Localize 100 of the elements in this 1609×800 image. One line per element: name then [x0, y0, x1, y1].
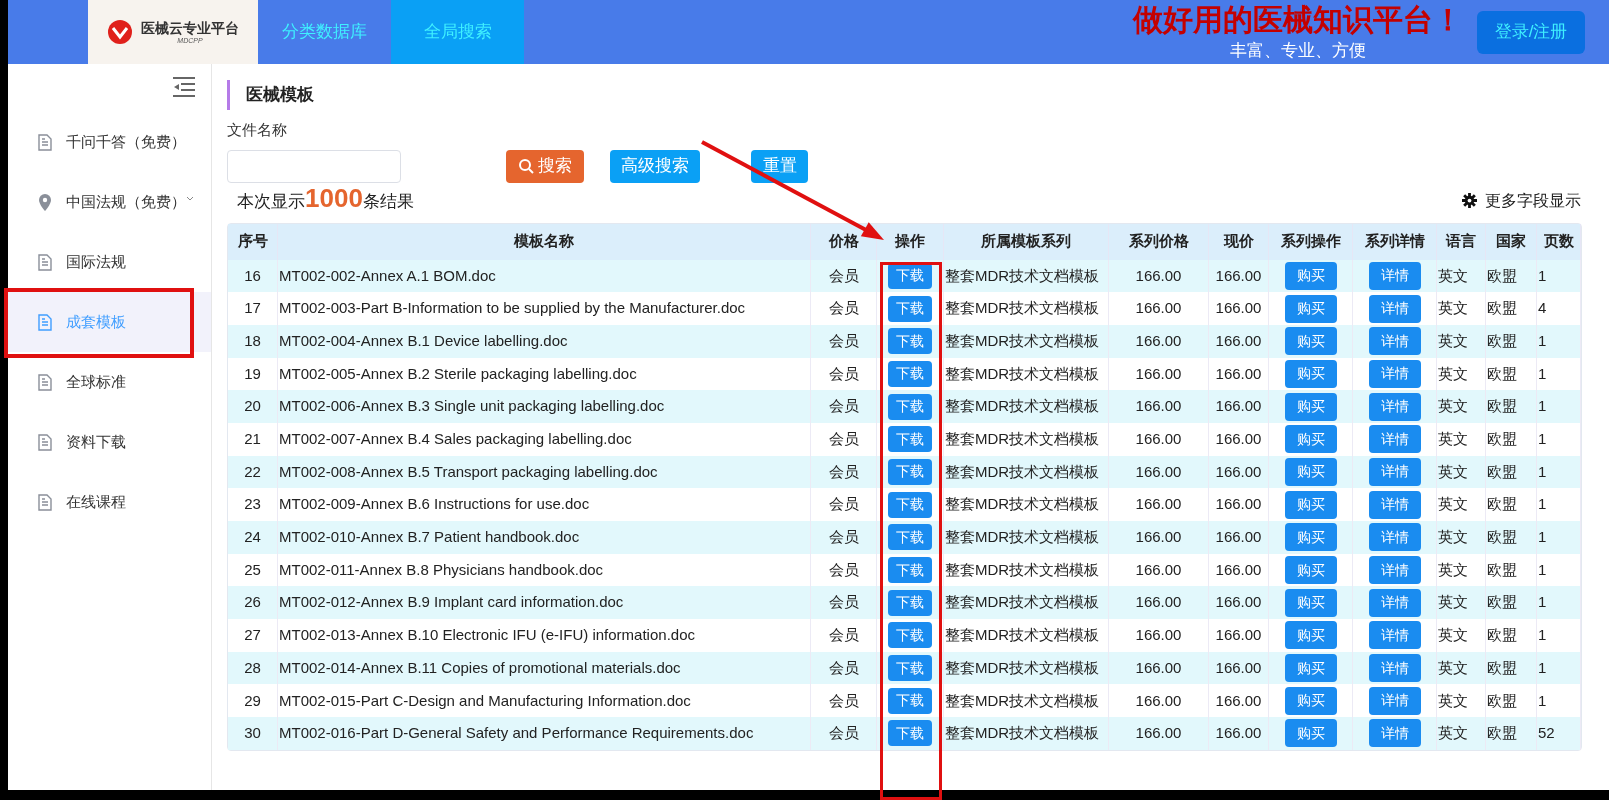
buy-button[interactable]: 购买	[1284, 359, 1337, 388]
details-button[interactable]: 详情	[1368, 294, 1421, 323]
table-cell-text: 整套MDR技术文档模板	[945, 461, 1100, 482]
table-cell-text: 166.00	[1215, 298, 1262, 319]
details-button[interactable]: 详情	[1368, 392, 1421, 421]
table-cell-text: 166.00	[1215, 723, 1262, 744]
download-button[interactable]: 下载	[888, 360, 932, 387]
table-cell-text: 欧盟	[1487, 690, 1517, 711]
buy-button[interactable]: 购买	[1284, 392, 1337, 421]
sidebar-item[interactable]: 国际法规	[8, 232, 211, 292]
buy-button[interactable]: 购买	[1284, 425, 1337, 454]
buy-button[interactable]: 购买	[1284, 327, 1337, 356]
table-cell-text: 整套MDR技术文档模板	[945, 429, 1100, 450]
page-title: 医械模板	[246, 84, 314, 107]
details-button[interactable]: 详情	[1368, 556, 1421, 585]
download-button[interactable]: 下载	[888, 720, 932, 747]
table-cell-text: 1	[1538, 625, 1547, 646]
download-button[interactable]: 下载	[888, 393, 932, 420]
download-button[interactable]: 下载	[888, 557, 932, 584]
download-button[interactable]: 下载	[888, 524, 932, 551]
buy-button[interactable]: 购买	[1284, 719, 1337, 748]
download-button[interactable]: 下载	[888, 458, 932, 485]
sidebar-item[interactable]: 资料下载	[8, 412, 211, 472]
table-cell-text: 166.00	[1135, 494, 1182, 515]
download-button[interactable]: 下载	[888, 328, 932, 355]
details-button[interactable]: 详情	[1368, 359, 1421, 388]
details-button[interactable]: 详情	[1368, 523, 1421, 552]
table-cell-text: 欧盟	[1487, 298, 1517, 319]
table-cell-text: 会员	[828, 265, 859, 286]
buy-button[interactable]: 购买	[1284, 490, 1337, 519]
table-cell-text: 英文	[1438, 657, 1468, 678]
buy-button[interactable]: 购买	[1284, 457, 1337, 486]
nav-tab[interactable]: 分类数据库	[258, 0, 391, 64]
table-cell-text: 166.00	[1215, 429, 1262, 450]
buy-button[interactable]: 购买	[1284, 621, 1337, 650]
buy-button[interactable]: 购买	[1284, 261, 1337, 290]
details-button[interactable]: 详情	[1368, 686, 1421, 715]
column-header: 价格	[828, 231, 859, 252]
table-cell-text: 整套MDR技术文档模板	[945, 363, 1100, 384]
download-button[interactable]: 下载	[888, 491, 932, 518]
buy-button[interactable]: 购买	[1284, 654, 1337, 683]
column-header: 系列操作	[1280, 231, 1341, 252]
reset-button[interactable]: 重置	[751, 149, 808, 183]
table-cell-text: 166.00	[1135, 559, 1182, 580]
details-button[interactable]: 详情	[1368, 425, 1421, 454]
sidebar-item[interactable]: 千问千答（免费）	[8, 112, 211, 172]
details-button[interactable]: 详情	[1368, 327, 1421, 356]
menu-collapse-icon[interactable]	[171, 76, 197, 98]
download-button[interactable]: 下载	[888, 426, 932, 453]
table-cell-text: 英文	[1438, 592, 1468, 613]
sidebar-item[interactable]: 在线课程	[8, 472, 211, 532]
download-button[interactable]: 下载	[888, 687, 932, 714]
sidebar-item[interactable]: 成套模板	[8, 292, 211, 352]
table-cell-text: 会员	[828, 363, 859, 384]
more-fields-link[interactable]: 更多字段显示	[1485, 188, 1581, 213]
buy-button[interactable]: 购买	[1284, 686, 1337, 715]
details-button[interactable]: 详情	[1368, 588, 1421, 617]
table-cell-text: 英文	[1438, 690, 1468, 711]
table-cell-text: 会员	[828, 330, 859, 351]
table-cell-text: 1	[1538, 559, 1547, 580]
sidebar-item[interactable]: 中国法规（免费）	[8, 172, 211, 232]
document-icon	[38, 433, 52, 451]
table-cell-text: 整套MDR技术文档模板	[945, 330, 1100, 351]
search-icon	[518, 158, 534, 174]
table-cell-text: MT002-006-Annex B.3 Single unit packaging labelling.doc	[279, 396, 665, 417]
login-button[interactable]: 登录/注册	[1477, 10, 1585, 54]
details-button[interactable]: 详情	[1368, 621, 1421, 650]
sidebar-item[interactable]: 全球标准	[8, 352, 211, 412]
details-button[interactable]: 详情	[1368, 654, 1421, 683]
buy-button[interactable]: 购买	[1284, 294, 1337, 323]
nav-tab[interactable]: 全局搜索	[391, 0, 524, 64]
download-button[interactable]: 下载	[888, 622, 932, 649]
document-icon	[38, 373, 52, 391]
download-button[interactable]: 下载	[888, 295, 932, 322]
table-cell-text: 欧盟	[1487, 625, 1517, 646]
advanced-search-button[interactable]: 高级搜索	[610, 149, 700, 183]
table-cell-text: 欧盟	[1487, 559, 1517, 580]
table-cell-text: 整套MDR技术文档模板	[945, 298, 1100, 319]
table-cell-text: 1	[1538, 429, 1547, 450]
column-header: 系列详情	[1364, 231, 1425, 252]
buy-button[interactable]: 购买	[1284, 523, 1337, 552]
table-cell-text: 欧盟	[1487, 723, 1517, 744]
table-cell-text: MT002-005-Annex B.2 Sterile packaging labelling.doc	[279, 363, 637, 384]
download-button[interactable]: 下载	[888, 589, 932, 616]
file-name-field[interactable]	[227, 149, 401, 183]
details-button[interactable]: 详情	[1368, 490, 1421, 519]
search-button[interactable]: 搜索	[506, 149, 584, 183]
details-button[interactable]: 详情	[1368, 719, 1421, 748]
download-button[interactable]: 下载	[888, 655, 932, 682]
table-cell-text: 1	[1538, 396, 1547, 417]
details-button[interactable]: 详情	[1368, 457, 1421, 486]
table-cell-text: 会员	[828, 559, 859, 580]
table-cell-text: 整套MDR技术文档模板	[945, 559, 1100, 580]
table-cell-text: 166.00	[1215, 494, 1262, 515]
table-cell-text: 29	[244, 690, 261, 711]
location-pin-icon	[38, 193, 52, 211]
details-button[interactable]: 详情	[1368, 261, 1421, 290]
buy-button[interactable]: 购买	[1284, 588, 1337, 617]
buy-button[interactable]: 购买	[1284, 556, 1337, 585]
table-cell-text: 英文	[1438, 330, 1468, 351]
